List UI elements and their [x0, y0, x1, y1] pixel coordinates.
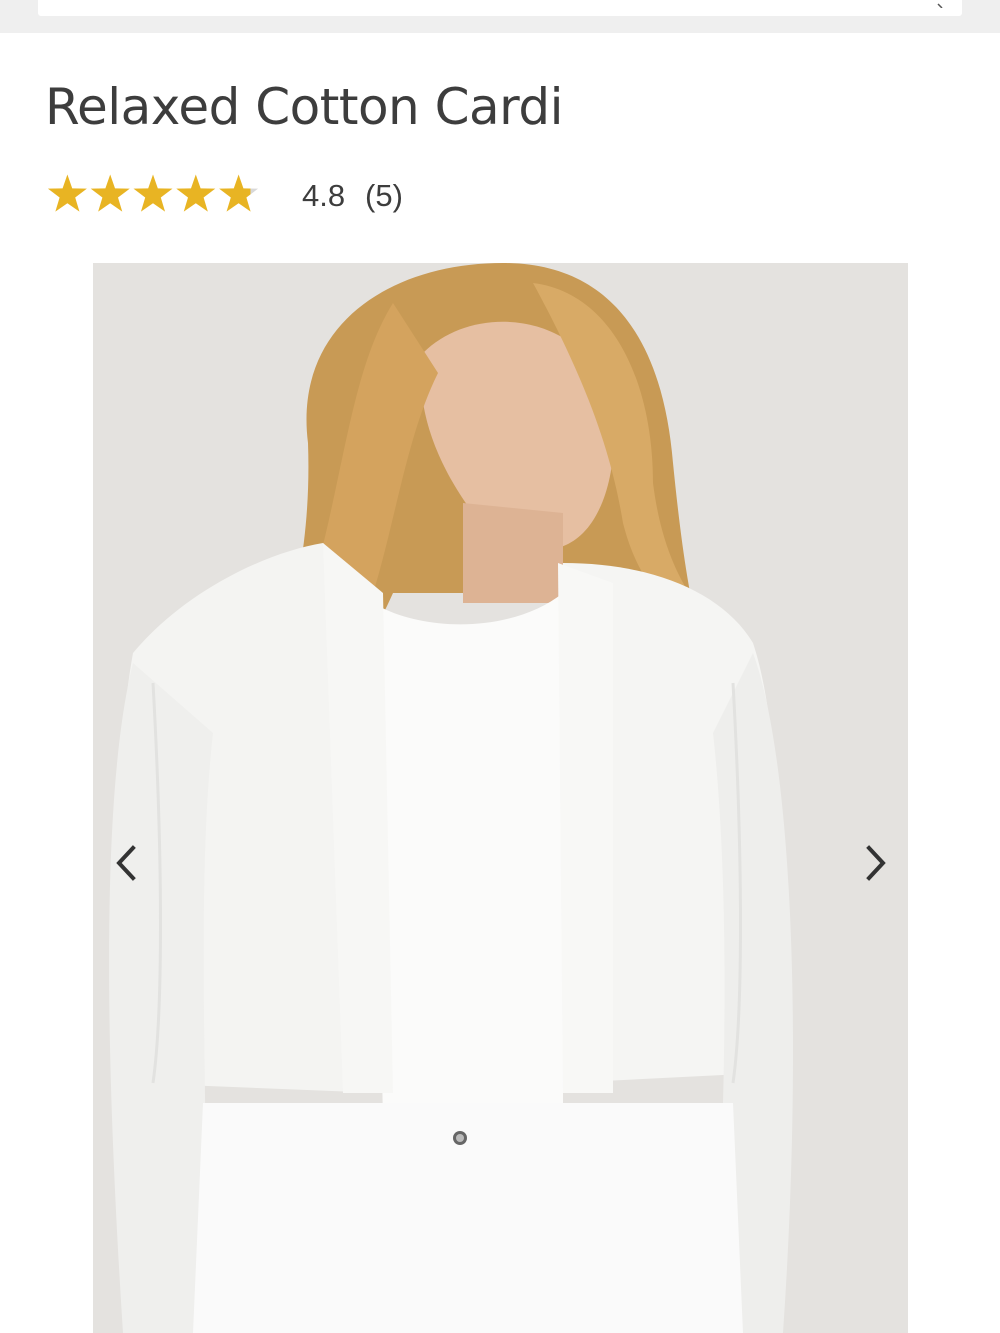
product-image-carousel[interactable]: [93, 263, 908, 1333]
star-icon: [219, 174, 259, 212]
star-rating: [46, 172, 260, 218]
star-icon: [176, 174, 216, 212]
carousel-next-button[interactable]: [857, 838, 897, 888]
product-page: Relaxed Cotton Cardi 4.8 (5): [0, 0, 1000, 1333]
product-title: Relaxed Cotton Cardi: [45, 78, 563, 136]
rating-value: 4.8: [302, 178, 346, 213]
product-image: [93, 263, 908, 1333]
carousel-prev-button[interactable]: [107, 838, 147, 888]
star-icon: [90, 174, 130, 212]
review-count[interactable]: (5): [365, 178, 403, 214]
chevron-right-icon: [866, 845, 886, 881]
search-icon[interactable]: [934, 0, 948, 8]
star-icon: [47, 174, 87, 212]
search-bar-strip: [0, 0, 1000, 33]
search-input[interactable]: [38, 0, 962, 16]
chevron-left-icon: [116, 845, 136, 881]
star-icon: [133, 174, 173, 212]
